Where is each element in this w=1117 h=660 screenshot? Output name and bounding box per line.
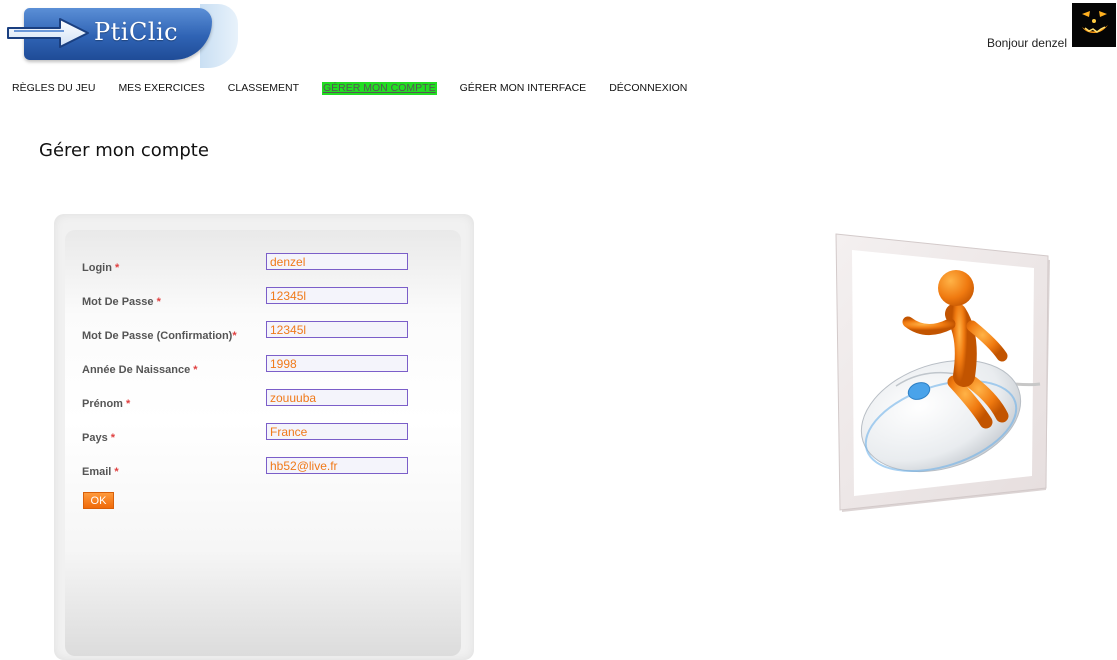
- nav-item-gerer-compte[interactable]: GÉRER MON COMPTE: [321, 82, 437, 95]
- login-input[interactable]: [266, 253, 408, 270]
- country-input[interactable]: [266, 423, 408, 440]
- pumpkin-avatar-icon: [1072, 3, 1116, 47]
- greeting-text: Bonjour denzel: [986, 36, 1067, 50]
- nav-item-exercices[interactable]: MES EXERCICES: [118, 82, 204, 95]
- avatar[interactable]: [1072, 3, 1116, 47]
- password-input[interactable]: [266, 287, 408, 304]
- required-mark: *: [156, 296, 161, 308]
- email-label: Email: [82, 466, 112, 478]
- login-label: Login: [82, 262, 112, 274]
- nav-item-classement[interactable]: CLASSEMENT: [228, 82, 299, 95]
- nav-item-gerer-interface[interactable]: GÉRER MON INTERFACE: [460, 82, 587, 95]
- password-confirm-label: Mot De Passe (Confirmation): [82, 330, 233, 342]
- main-nav: RÈGLES DU JEU MES EXERCICES CLASSEMENT G…: [12, 82, 710, 95]
- required-mark: *: [115, 262, 120, 274]
- firstname-label: Prénom: [82, 398, 123, 410]
- logo-text: PtiClic: [94, 18, 179, 46]
- required-mark: *: [232, 330, 237, 342]
- logo[interactable]: PtiClic: [0, 0, 240, 70]
- email-input[interactable]: [266, 457, 408, 474]
- ok-button[interactable]: OK: [83, 492, 114, 509]
- nav-item-deconnexion[interactable]: DÉCONNEXION: [609, 82, 687, 95]
- country-label: Pays: [82, 432, 108, 444]
- required-mark: *: [193, 364, 198, 376]
- firstname-input[interactable]: [266, 389, 408, 406]
- required-mark: *: [110, 432, 116, 444]
- password-confirm-input[interactable]: [266, 321, 408, 338]
- nav-item-regles[interactable]: RÈGLES DU JEU: [12, 82, 95, 95]
- required-mark: *: [114, 466, 119, 478]
- page-title: Gérer mon compte: [39, 140, 209, 161]
- birth-year-label: Année De Naissance: [82, 364, 191, 376]
- arrow-icon: [7, 18, 89, 48]
- figure-on-mouse-illustration: [835, 233, 1050, 512]
- password-label: Mot De Passe: [82, 296, 154, 308]
- required-mark: *: [126, 398, 131, 410]
- birth-year-input[interactable]: [266, 355, 408, 372]
